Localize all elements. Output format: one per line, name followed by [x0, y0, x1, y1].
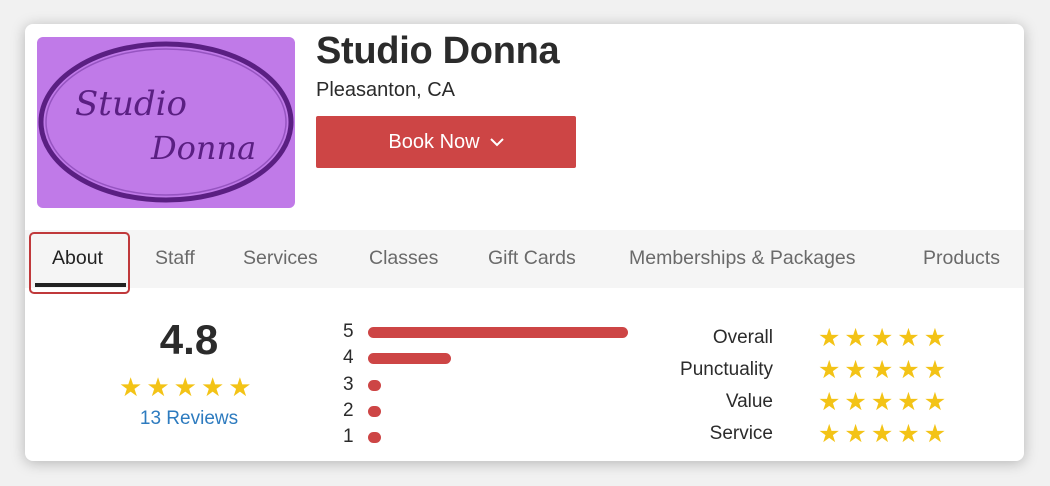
business-name: Studio Donna: [316, 30, 560, 72]
business-card: Studio Donna Studio Donna Pleasanton, CA…: [25, 24, 1024, 461]
logo-text-studio: Studio: [75, 84, 187, 124]
book-now-button[interactable]: Book Now: [316, 116, 576, 168]
category-row-service: Service ★ ★ ★ ★ ★: [625, 419, 946, 449]
logo-text-donna: Donna: [150, 129, 256, 167]
category-stars: ★ ★ ★ ★ ★: [818, 387, 947, 416]
star-icon: ★: [897, 419, 920, 448]
business-logo: Studio Donna: [37, 37, 295, 208]
distribution-bar: [368, 379, 381, 391]
star-icon: ★: [923, 323, 947, 352]
star-icon: ★: [228, 372, 252, 402]
star-icon: ★: [897, 387, 920, 416]
star-icon: ★: [897, 355, 920, 384]
distribution-label: 1: [343, 426, 354, 447]
distribution-label: 3: [343, 374, 354, 395]
star-icon: ★: [173, 372, 197, 402]
distribution-bar: [368, 326, 628, 338]
star-icon: ★: [818, 355, 841, 384]
distribution-bar: [368, 405, 381, 417]
star-icon: ★: [870, 355, 894, 384]
business-location: Pleasanton, CA: [316, 79, 455, 101]
distribution-label: 4: [343, 347, 354, 368]
tab-staff[interactable]: Staff: [155, 230, 195, 288]
star-icon: ★: [844, 323, 867, 352]
star-icon: ★: [818, 323, 841, 352]
distribution-label: 5: [343, 321, 354, 342]
average-stars: ★ ★ ★ ★ ★: [119, 374, 252, 400]
distribution-label: 2: [343, 400, 354, 421]
category-row-punctuality: Punctuality ★ ★ ★ ★ ★: [625, 355, 946, 385]
star-icon: ★: [923, 387, 947, 416]
distribution-row-3: 3: [343, 373, 381, 397]
category-stars: ★ ★ ★ ★ ★: [818, 419, 947, 448]
star-icon: ★: [870, 323, 894, 352]
average-rating: 4.8: [159, 316, 219, 363]
tab-memberships-packages[interactable]: Memberships & Packages: [629, 230, 856, 288]
category-row-value: Value ★ ★ ★ ★ ★: [625, 387, 946, 417]
star-icon: ★: [870, 387, 894, 416]
star-icon: ★: [146, 372, 170, 402]
star-icon: ★: [818, 387, 841, 416]
active-tab-underline: [35, 283, 126, 287]
category-row-overall: Overall ★ ★ ★ ★ ★: [625, 323, 946, 353]
star-icon: ★: [923, 419, 947, 448]
star-icon: ★: [119, 372, 143, 402]
book-now-label: Book Now: [388, 130, 480, 153]
category-label: Overall: [712, 327, 773, 348]
tab-about[interactable]: About: [52, 230, 103, 288]
chevron-down-icon: [489, 134, 504, 150]
category-stars: ★ ★ ★ ★ ★: [818, 355, 947, 384]
distribution-bar: [368, 431, 381, 443]
star-icon: ★: [844, 387, 867, 416]
reviews-link[interactable]: 13 Reviews: [25, 408, 353, 430]
category-label: Service: [709, 423, 773, 444]
tab-bar: About Staff Services Classes Gift Cards …: [25, 230, 1024, 288]
distribution-row-5: 5: [343, 320, 628, 344]
category-label: Value: [725, 391, 773, 412]
category-stars: ★ ★ ★ ★ ★: [818, 323, 947, 352]
tab-services[interactable]: Services: [243, 230, 318, 288]
star-icon: ★: [844, 355, 867, 384]
star-icon: ★: [200, 372, 225, 402]
distribution-bar: [368, 352, 451, 364]
star-icon: ★: [844, 419, 867, 448]
star-icon: ★: [818, 419, 841, 448]
star-icon: ★: [923, 355, 947, 384]
distribution-row-1: 1: [343, 425, 381, 449]
distribution-row-2: 2: [343, 399, 381, 423]
tab-classes[interactable]: Classes: [369, 230, 438, 288]
distribution-row-4: 4: [343, 346, 451, 370]
category-label: Punctuality: [680, 359, 773, 380]
star-icon: ★: [897, 323, 920, 352]
tab-gift-cards[interactable]: Gift Cards: [488, 230, 576, 288]
tab-products[interactable]: Products: [923, 230, 1000, 288]
star-icon: ★: [870, 419, 894, 448]
